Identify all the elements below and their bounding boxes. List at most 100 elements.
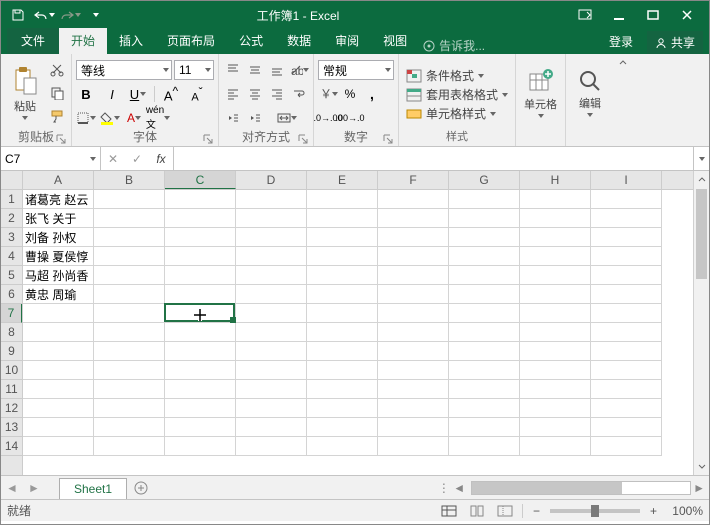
cell[interactable] bbox=[94, 304, 165, 323]
decrease-font-button[interactable]: Aˇ bbox=[187, 84, 207, 104]
cell[interactable] bbox=[236, 190, 307, 209]
cell[interactable] bbox=[23, 304, 94, 323]
cell[interactable] bbox=[591, 209, 662, 228]
cell[interactable] bbox=[520, 437, 591, 456]
cell[interactable] bbox=[94, 228, 165, 247]
scroll-thumb[interactable] bbox=[696, 189, 707, 279]
editing-button[interactable]: 编辑 bbox=[570, 56, 610, 130]
page-layout-view-button[interactable] bbox=[466, 502, 488, 520]
cell[interactable] bbox=[378, 247, 449, 266]
cell[interactable] bbox=[520, 285, 591, 304]
cell[interactable] bbox=[165, 190, 236, 209]
sheet-nav-next[interactable]: ► bbox=[23, 476, 45, 499]
cell[interactable] bbox=[378, 342, 449, 361]
copy-button[interactable] bbox=[47, 83, 67, 103]
cell[interactable]: 马超 孙尚香 bbox=[23, 266, 94, 285]
row-header[interactable]: 11 bbox=[1, 380, 22, 399]
merge-center-button[interactable] bbox=[277, 108, 297, 128]
cell[interactable] bbox=[236, 304, 307, 323]
row-header[interactable]: 3 bbox=[1, 228, 22, 247]
format-as-table-button[interactable]: 套用表格格式 bbox=[403, 86, 511, 103]
cell[interactable] bbox=[378, 266, 449, 285]
cell[interactable] bbox=[307, 361, 378, 380]
cell[interactable] bbox=[520, 418, 591, 437]
cell[interactable] bbox=[449, 437, 520, 456]
row-header[interactable]: 4 bbox=[1, 247, 22, 266]
cell[interactable] bbox=[94, 247, 165, 266]
cell[interactable] bbox=[94, 342, 165, 361]
col-header[interactable]: H bbox=[520, 171, 591, 189]
horizontal-scrollbar[interactable] bbox=[471, 481, 691, 495]
cell[interactable] bbox=[165, 247, 236, 266]
cell[interactable] bbox=[165, 418, 236, 437]
sheet-nav-prev[interactable]: ◄ bbox=[1, 476, 23, 499]
underline-button[interactable]: U bbox=[128, 84, 148, 104]
accounting-format-button[interactable]: ￥ bbox=[318, 84, 338, 104]
close-button[interactable] bbox=[671, 4, 703, 26]
sheet-tab[interactable]: Sheet1 bbox=[59, 478, 127, 499]
row-header[interactable]: 5 bbox=[1, 266, 22, 285]
row-header[interactable]: 10 bbox=[1, 361, 22, 380]
cell[interactable] bbox=[520, 247, 591, 266]
cell[interactable] bbox=[165, 228, 236, 247]
col-header[interactable]: B bbox=[94, 171, 165, 189]
save-button[interactable] bbox=[7, 4, 29, 26]
cells-area[interactable]: 诸葛亮 赵云张飞 关于刘备 孙权曹操 夏侯惇马超 孙尚香黄忠 周瑜 bbox=[23, 190, 693, 475]
cell[interactable] bbox=[449, 228, 520, 247]
align-right-button[interactable] bbox=[267, 84, 287, 104]
cell[interactable] bbox=[591, 399, 662, 418]
cell[interactable] bbox=[307, 190, 378, 209]
cell[interactable]: 曹操 夏侯惇 bbox=[23, 247, 94, 266]
row-header[interactable]: 6 bbox=[1, 285, 22, 304]
cell[interactable] bbox=[94, 266, 165, 285]
cell[interactable] bbox=[307, 247, 378, 266]
cell[interactable] bbox=[236, 247, 307, 266]
col-header[interactable]: G bbox=[449, 171, 520, 189]
cell[interactable] bbox=[23, 418, 94, 437]
normal-view-button[interactable] bbox=[438, 502, 460, 520]
cell[interactable] bbox=[520, 304, 591, 323]
cell[interactable] bbox=[520, 190, 591, 209]
cancel-formula-button[interactable]: ✕ bbox=[101, 152, 125, 166]
cell[interactable] bbox=[449, 209, 520, 228]
cell[interactable]: 诸葛亮 赵云 bbox=[23, 190, 94, 209]
zoom-out-button[interactable]: − bbox=[529, 504, 544, 518]
cell[interactable] bbox=[94, 209, 165, 228]
wrap-text-button[interactable] bbox=[289, 84, 309, 104]
cell[interactable] bbox=[307, 342, 378, 361]
cell[interactable] bbox=[378, 228, 449, 247]
col-header[interactable]: F bbox=[378, 171, 449, 189]
cell[interactable] bbox=[307, 228, 378, 247]
cell[interactable] bbox=[165, 399, 236, 418]
cell[interactable] bbox=[307, 209, 378, 228]
cell[interactable] bbox=[520, 323, 591, 342]
cell[interactable] bbox=[165, 323, 236, 342]
conditional-formatting-button[interactable]: 条件格式 bbox=[403, 67, 511, 84]
cell[interactable] bbox=[307, 418, 378, 437]
bold-button[interactable]: B bbox=[76, 84, 96, 104]
cell[interactable] bbox=[591, 285, 662, 304]
cell[interactable] bbox=[591, 266, 662, 285]
tab-layout[interactable]: 页面布局 bbox=[155, 28, 227, 54]
vertical-scrollbar[interactable] bbox=[693, 171, 709, 475]
cell[interactable] bbox=[94, 437, 165, 456]
insert-function-button[interactable]: fx bbox=[149, 152, 173, 166]
launcher-icon[interactable] bbox=[202, 133, 214, 145]
undo-button[interactable] bbox=[33, 4, 55, 26]
share-button[interactable]: 共享 bbox=[647, 31, 703, 54]
cell[interactable] bbox=[307, 266, 378, 285]
cell[interactable] bbox=[307, 437, 378, 456]
cell[interactable] bbox=[378, 209, 449, 228]
row-header[interactable]: 2 bbox=[1, 209, 22, 228]
tab-insert[interactable]: 插入 bbox=[107, 28, 155, 54]
row-header[interactable]: 13 bbox=[1, 418, 22, 437]
col-header[interactable]: E bbox=[307, 171, 378, 189]
cell[interactable] bbox=[449, 323, 520, 342]
row-header[interactable]: 9 bbox=[1, 342, 22, 361]
row-header[interactable]: 7 bbox=[1, 304, 22, 323]
cell[interactable] bbox=[449, 342, 520, 361]
cell[interactable] bbox=[520, 228, 591, 247]
cell[interactable] bbox=[23, 380, 94, 399]
zoom-in-button[interactable]: + bbox=[646, 504, 661, 518]
font-size-combo[interactable]: 11 bbox=[174, 60, 214, 80]
